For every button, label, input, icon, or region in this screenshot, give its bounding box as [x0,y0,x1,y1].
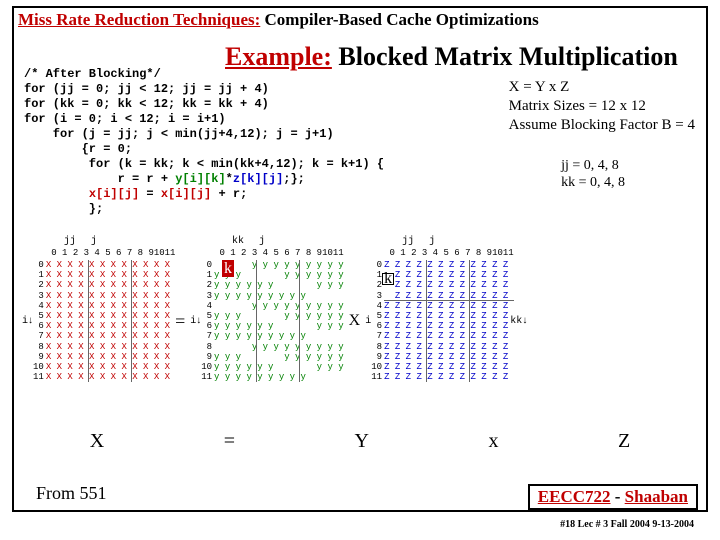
code-z: z[k][j] [233,172,283,186]
times-label: X [349,312,361,330]
col-labels: 0 1 2 3 4 5 6 7 8 91011 [384,248,514,258]
author-name: Shaaban [625,487,688,506]
code-line: + r; [211,187,247,201]
index-values: jj = 0, 4, 8 kk = 0, 4, 8 [561,158,625,192]
code-line: }; [24,202,103,216]
eq-name: = [224,430,235,453]
code-line: r = r + [24,172,175,186]
slide-meta: #18 Lec # 3 Fall 2004 9-13-2004 [560,519,694,530]
matrix-x: X X X X X X X X X X X X X X X X X X X X … [46,260,170,382]
code-x: x[i][j] [89,187,139,201]
k-label: k [222,260,234,277]
footer-sep: - [611,487,625,506]
j-label: j [91,236,97,247]
matrix-names: X = Y x Z [30,430,690,453]
matrix-x-wrap: i↓ 0 1 2 3 4 5 6 7 8 9 10 11 jj j 0 1 2 … [22,260,170,382]
source-note: From 551 [36,483,107,504]
jj-label: jj [402,236,414,247]
code-line: for (jj = 0; jj < 12; jj = jj + 4) [24,82,269,96]
header-rest: Compiler-Based Cache Optimizations [260,10,538,29]
code-line: for (j = jj; j < min(jj+4,12); j = j+1) [24,127,334,141]
kk-side-label: kk [510,316,522,327]
idx-line: jj = 0, 4, 8 [561,158,625,175]
code-line: ;}; [283,172,305,186]
code-line: for (kk = 0; kk < 12; kk = kk + 4) [24,97,269,111]
col-labels: 0 1 2 3 4 5 6 7 8 91011 [214,248,344,258]
matrix-x-box: jj j 0 1 2 3 4 5 6 7 8 91011 X X X X X X… [46,260,170,382]
matrix-z-box: jj j 0 1 2 3 4 5 6 7 8 91011 k Z Z Z Z Z… [384,260,508,382]
idx-line: kk = 0, 4, 8 [561,175,625,192]
code-x: x[i][j] [161,187,211,201]
equations: X = Y x Z Matrix Sizes = 12 x 12 Assume … [509,78,695,134]
x-op-name: x [488,430,498,453]
code-y: y[i][k] [175,172,225,186]
matrix-y: y y y y y y y y y y y y y y y y y y y y … [214,260,344,382]
code-line: * [226,172,233,186]
row-labels: 0 1 2 3 4 5 6 7 8 9 10 11 [371,260,382,382]
code-block: /* After Blocking*/ for (jj = 0; jj < 12… [24,52,384,232]
header-highlight: Miss Rate Reduction Techniques: [18,10,260,29]
z-name: Z [618,430,630,453]
matrices-row: i↓ 0 1 2 3 4 5 6 7 8 9 10 11 jj j 0 1 2 … [22,260,710,382]
matrix-z-wrap: 0 1 2 3 4 5 6 7 8 9 10 11 jj j 0 1 2 3 4… [371,260,527,382]
equals-op: = [175,311,185,332]
jj-label: jj [64,236,76,247]
slide: Miss Rate Reduction Techniques: Compiler… [0,0,720,540]
footer-inner: EECC722 - Shaaban [530,486,696,508]
j-label: j [429,236,435,247]
footer-badge: EECC722 - Shaaban [528,484,698,510]
j-label: j [259,236,265,247]
matrix-y-box: kk j 0 1 2 3 4 5 6 7 8 91011 k y y y y y… [214,260,344,382]
code-line: /* After Blocking*/ [24,67,161,81]
row-labels: 0 1 2 3 4 5 6 7 8 9 10 11 [201,260,212,382]
col-labels: 0 1 2 3 4 5 6 7 8 91011 [46,248,176,258]
code-line: {r = 0; [24,142,132,156]
x-name: X [90,430,104,453]
course-code: EECC722 [538,487,611,506]
code-line: for (k = kk; k < min(kk+4,12); k = k+1) … [24,157,384,171]
k-box: k [382,270,394,288]
k-label: k [382,273,394,285]
matrix-y-wrap: 0 1 2 3 4 5 6 7 8 9 10 11 kk j 0 1 2 3 4… [201,260,343,382]
kk-label: kk [232,236,244,247]
code-line: = [139,187,161,201]
slide-header: Miss Rate Reduction Techniques: Compiler… [18,10,702,30]
code-line [24,187,89,201]
y-name: Y [355,430,369,453]
matrix-z: Z Z Z Z Z Z Z Z Z Z Z Z Z Z Z Z Z Z Z Z … [384,260,508,382]
eqn-line: X = Y x Z [509,78,695,97]
eqn-line: Matrix Sizes = 12 x 12 [509,97,695,116]
code-line: for (i = 0; i < 12; i = i+1) [24,112,226,126]
k-highlight: k [222,260,234,278]
row-labels: 0 1 2 3 4 5 6 7 8 9 10 11 [33,260,44,382]
down-arrow-icon: ↓ [522,317,527,325]
eqn-line: Assume Blocking Factor B = 4 [509,116,695,135]
